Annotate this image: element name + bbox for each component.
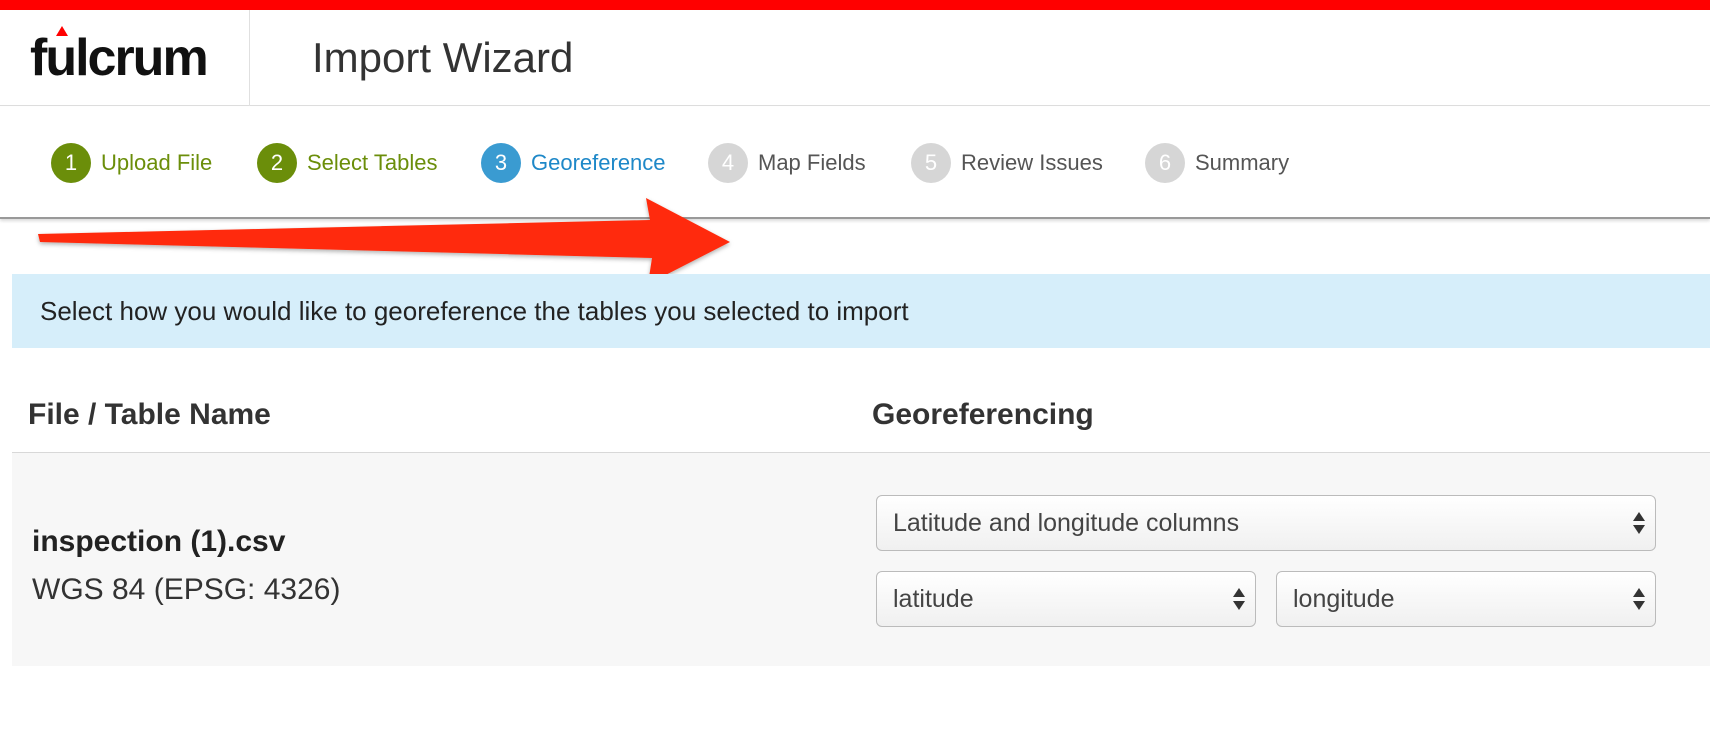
step-number: 4 — [708, 143, 748, 183]
page-title: Import Wizard — [312, 34, 574, 81]
step-number: 6 — [1145, 143, 1185, 183]
step-number: 5 — [911, 143, 951, 183]
step-select-tables[interactable]: 2 Select Tables — [257, 143, 437, 183]
step-label: Review Issues — [961, 150, 1103, 175]
latitude-column-select[interactable]: latitude — [876, 571, 1256, 627]
column-header-georeferencing: Georeferencing — [872, 398, 1094, 431]
step-review-issues[interactable]: 5 Review Issues — [911, 143, 1103, 183]
import-wizard-page: fulcrum Import Wizard 1 Upload File 2 Se… — [0, 0, 1710, 740]
step-label: Map Fields — [758, 150, 866, 175]
georeference-method-select[interactable]: Latitude and longitude columns — [876, 495, 1656, 551]
file-crs: WGS 84 (EPSG: 4326) — [32, 573, 341, 606]
table-row: inspection (1).csv WGS 84 (EPSG: 4326) L… — [12, 453, 1710, 666]
step-label: Select Tables — [307, 150, 438, 175]
step-georeference[interactable]: 3 Georeference — [481, 143, 666, 183]
select-caret-icon — [1233, 587, 1245, 611]
top-accent-bar — [0, 0, 1710, 10]
header: fulcrum Import Wizard — [0, 10, 1710, 106]
select-caret-icon — [1633, 587, 1645, 611]
step-upload-file[interactable]: 1 Upload File — [51, 143, 212, 183]
step-label: Upload File — [101, 150, 213, 175]
select-value: latitude — [893, 584, 974, 613]
step-number: 1 — [51, 143, 91, 183]
column-header-file-name: File / Table Name — [28, 398, 271, 431]
fulcrum-logo[interactable]: fulcrum — [30, 28, 209, 88]
logo-accent-icon — [56, 26, 68, 36]
step-map-fields[interactable]: 4 Map Fields — [708, 143, 866, 183]
step-number: 3 — [481, 143, 521, 183]
info-banner: Select how you would like to georeferenc… — [12, 274, 1710, 348]
step-label: Georeference — [531, 150, 666, 175]
select-caret-icon — [1633, 511, 1645, 535]
file-name: inspection (1).csv — [32, 525, 286, 558]
step-label: Summary — [1195, 150, 1290, 175]
step-summary[interactable]: 6 Summary — [1145, 143, 1289, 183]
longitude-column-select[interactable]: longitude — [1276, 571, 1656, 627]
select-value: longitude — [1293, 584, 1395, 613]
header-divider — [249, 10, 250, 106]
step-number: 2 — [257, 143, 297, 183]
select-value: Latitude and longitude columns — [893, 508, 1240, 537]
